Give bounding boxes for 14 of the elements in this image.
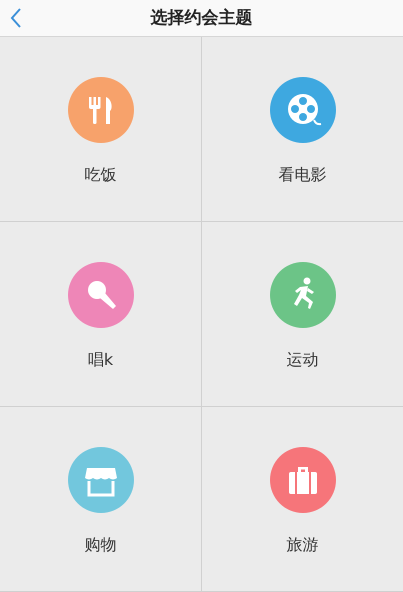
theme-label: 唱k [88, 350, 114, 371]
theme-label: 购物 [84, 535, 116, 556]
theme-tile[interactable]: 购物 [0, 407, 202, 592]
theme-label: 看电影 [278, 165, 326, 186]
theme-label: 旅游 [286, 535, 318, 556]
theme-label: 运动 [286, 350, 318, 371]
theme-tile[interactable]: 运动 [202, 222, 403, 407]
theme-tile[interactable]: 吃饭 [0, 37, 202, 222]
page-title: 选择约会主题 [150, 7, 252, 29]
theme-tile[interactable]: 看电影 [202, 37, 403, 222]
theme-label: 吃饭 [84, 165, 116, 186]
theme-tile[interactable]: 唱k [0, 222, 202, 407]
theme-tile[interactable]: 旅游 [202, 407, 403, 592]
back-icon[interactable] [10, 8, 22, 28]
